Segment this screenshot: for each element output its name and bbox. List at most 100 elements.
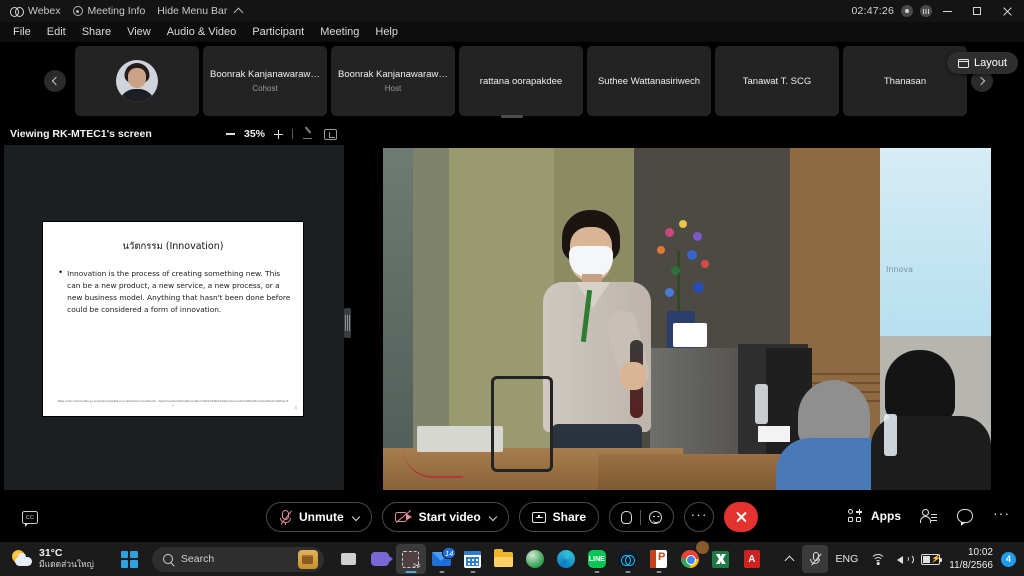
window-titlebar: Webex Meeting Info Hide Menu Bar 02:47:2… — [0, 0, 1024, 22]
closed-caption-icon[interactable]: CC — [22, 511, 38, 527]
menu-help[interactable]: Help — [367, 22, 406, 42]
volume-icon[interactable] — [891, 545, 917, 573]
search-icon — [162, 554, 173, 564]
close-button[interactable] — [992, 0, 1022, 22]
reactions-group[interactable] — [609, 502, 675, 532]
mute-label: Unmute — [298, 510, 344, 524]
taskbar-file-explorer[interactable] — [489, 544, 519, 574]
apps-button[interactable]: Apps — [848, 509, 901, 523]
slide-source-url: https://uab.com/en/able-gy-and-planning/… — [57, 400, 289, 408]
menu-bar: File Edit Share View Audio & Video Parti… — [0, 22, 1024, 42]
taskbar-powerpoint[interactable] — [644, 544, 674, 574]
taskbar-task-view[interactable] — [334, 544, 364, 574]
menu-view[interactable]: View — [119, 22, 159, 42]
menu-audio-video[interactable]: Audio & Video — [159, 22, 245, 42]
panel-resize-handle[interactable] — [344, 308, 351, 338]
network-quality-icon[interactable] — [920, 5, 932, 17]
participant-name: Boonrak Kanjanawarawa... — [338, 69, 448, 80]
annotate-icon[interactable] — [302, 128, 315, 140]
slide-title: นวัตกรรม (Innovation) — [122, 241, 224, 252]
active-speaker-video[interactable]: Innova — [383, 148, 991, 490]
participants-icon[interactable] — [920, 508, 937, 524]
slide-body-text: Innovation is the process of creating so… — [67, 269, 291, 314]
presentation-slide: นวัตกรรม (Innovation) • Innovation is th… — [42, 221, 304, 417]
meeting-info-label: Meeting Info — [87, 5, 146, 17]
reactions-icon[interactable] — [649, 510, 663, 524]
participant-tile[interactable]: rattana oorapakdee — [459, 46, 583, 116]
record-icon[interactable] — [901, 5, 913, 17]
hide-menu-bar-button[interactable]: Hide Menu Bar — [155, 0, 252, 22]
participant-role: Cohost — [252, 84, 278, 93]
weather-widget[interactable]: 31°C มีแดดส่วนใหญ่ — [0, 547, 94, 571]
chevron-up-icon — [784, 555, 795, 566]
search-input[interactable]: Search — [151, 546, 324, 572]
show-hidden-icons-button[interactable] — [776, 545, 802, 573]
taskbar-microsoft-edge[interactable] — [551, 544, 581, 574]
participant-tile[interactable]: Suthee Wattanasiriwech — [587, 46, 711, 116]
participant-tile[interactable]: Tanawat T. SCG — [715, 46, 839, 116]
chevron-down-icon[interactable] — [488, 512, 497, 522]
meeting-info-button[interactable]: Meeting Info — [71, 0, 156, 22]
taskbar-calendar[interactable] — [458, 544, 488, 574]
notification-badge[interactable]: 4 — [1001, 551, 1016, 567]
menu-share[interactable]: Share — [74, 22, 119, 42]
microphone-muted-icon[interactable] — [802, 545, 829, 573]
more-icon[interactable]: ··· — [993, 505, 1010, 527]
taskbar-meet-now[interactable] — [365, 544, 395, 574]
participant-filmstrip: Boonrak Kanjanawarawa... Cohost Boonrak … — [0, 44, 1024, 118]
divider — [292, 129, 293, 139]
chat-icon[interactable] — [957, 509, 973, 526]
taskbar-snipping-tool[interactable] — [395, 544, 426, 574]
taskbar-mail[interactable]: 14 — [427, 544, 457, 574]
apps-icon — [848, 509, 864, 523]
share-button[interactable]: Share — [518, 502, 600, 532]
zoom-out-button[interactable] — [225, 133, 235, 135]
battery-icon[interactable]: ⚡ — [917, 545, 943, 573]
weather-description: มีแดดส่วนใหญ่ — [39, 560, 94, 571]
microphone-muted-icon — [279, 509, 293, 526]
participant-tile[interactable] — [75, 46, 199, 116]
bullet-icon: • — [59, 267, 63, 277]
share-label: Share — [552, 510, 587, 524]
end-meeting-button[interactable] — [724, 502, 759, 532]
system-tray: ENG ⚡ 10:02 11/8/2566 4 — [776, 545, 1024, 573]
participant-name: Boonrak Kanjanawarawa... — [210, 69, 320, 80]
mute-button[interactable]: Unmute — [265, 502, 372, 532]
shared-screen-panel[interactable]: นวัตกรรม (Innovation) • Innovation is th… — [4, 145, 344, 490]
language-indicator[interactable]: ENG — [828, 553, 865, 565]
participant-tile[interactable]: Boonrak Kanjanawarawa... Cohost — [203, 46, 327, 116]
more-options-button[interactable]: ··· — [684, 502, 715, 532]
avatar — [116, 60, 158, 102]
start-video-button[interactable]: Start video — [381, 502, 509, 532]
filmstrip-collapse-handle[interactable] — [501, 115, 523, 118]
layout-button[interactable]: Layout — [946, 52, 1018, 74]
participant-name: rattana oorapakdee — [479, 75, 563, 87]
pop-out-icon[interactable] — [324, 128, 337, 140]
filmstrip-prev-button[interactable] — [44, 70, 66, 92]
taskbar-webex[interactable] — [613, 544, 643, 574]
menu-file[interactable]: File — [5, 22, 39, 42]
projector-screen — [880, 148, 991, 336]
menu-edit[interactable]: Edit — [39, 22, 74, 42]
zoom-in-button[interactable] — [274, 129, 283, 139]
maximize-button[interactable] — [962, 0, 992, 22]
taskbar-line[interactable]: LINE — [582, 544, 612, 574]
chevron-left-icon — [51, 76, 61, 86]
taskbar-google-chrome[interactable] — [675, 541, 709, 574]
participant-tile[interactable]: Boonrak Kanjanawarawa... Host — [331, 46, 455, 116]
chevron-down-icon[interactable] — [351, 512, 360, 522]
taskbar-excel[interactable] — [706, 544, 736, 574]
taskbar-browser-green[interactable] — [520, 544, 550, 574]
webex-logo-icon — [10, 6, 24, 17]
menu-participant[interactable]: Participant — [244, 22, 312, 42]
layout-label: Layout — [973, 57, 1007, 69]
raise-hand-icon[interactable] — [621, 510, 633, 524]
start-button[interactable] — [120, 550, 138, 568]
taskbar-adobe-acrobat[interactable]: A — [737, 544, 767, 574]
layout-grid-icon — [957, 58, 969, 68]
wifi-icon[interactable] — [865, 545, 891, 573]
minimize-button[interactable] — [932, 0, 962, 22]
menu-meeting[interactable]: Meeting — [312, 22, 367, 42]
sign-card — [673, 323, 707, 347]
clock[interactable]: 10:02 11/8/2566 — [943, 546, 1001, 573]
